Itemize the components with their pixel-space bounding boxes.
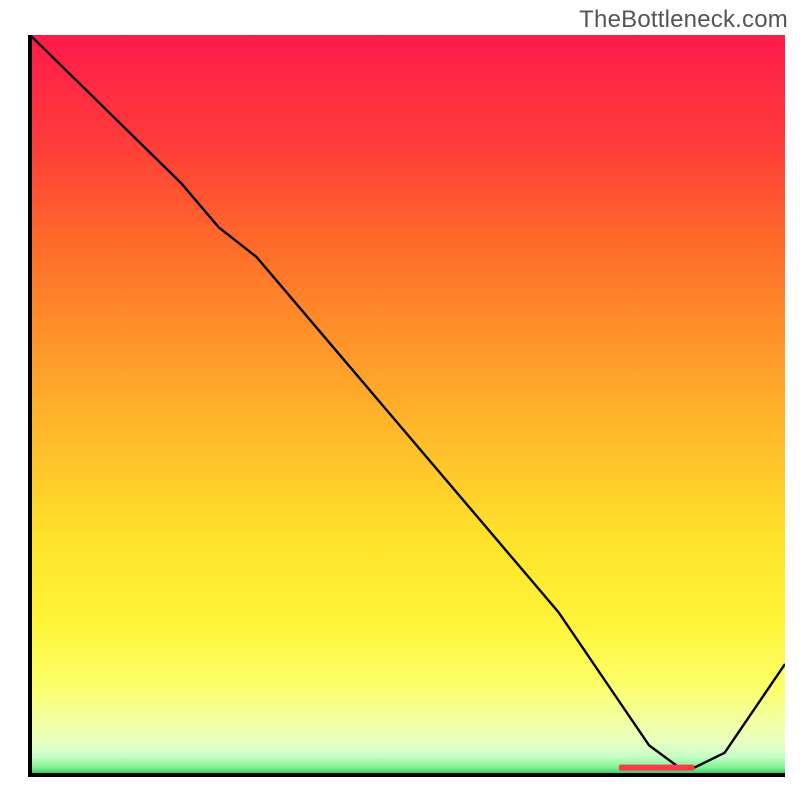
watermark-text: TheBottleneck.com bbox=[579, 6, 788, 34]
bottleneck-curve-chart bbox=[0, 0, 800, 800]
optimal-marker bbox=[619, 765, 695, 771]
